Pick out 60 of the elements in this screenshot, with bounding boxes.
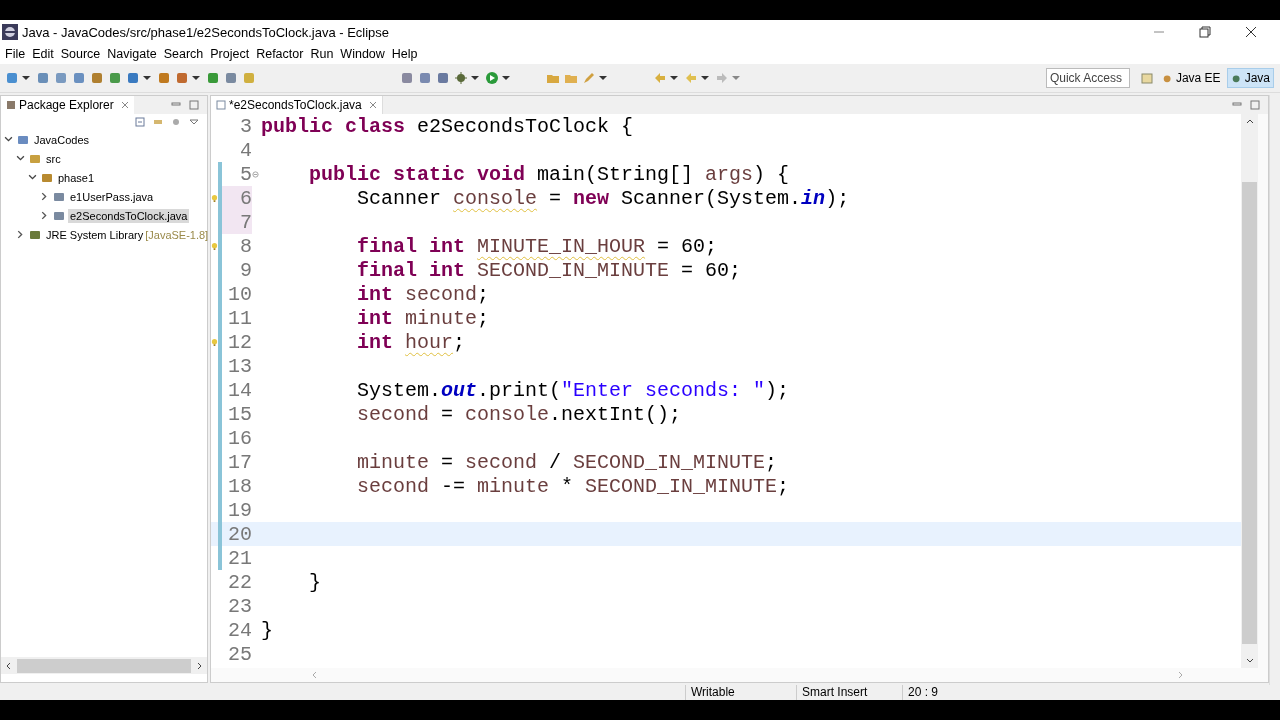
line-number: 25 (227, 642, 252, 666)
tree-item[interactable]: JavaCodes (32, 132, 92, 147)
perspective-button[interactable]: Java (1226, 68, 1274, 88)
line-number: 8 (239, 234, 252, 258)
code-line: minute = second / SECOND_IN_MINUTE; (356, 450, 778, 474)
line-number: 18 (227, 474, 252, 498)
tree-item-decoration: [JavaSE-1.8] (145, 228, 209, 241)
code-line: } (261, 618, 273, 642)
line-number: 11 (227, 306, 252, 330)
menu-item[interactable]: Project (207, 47, 254, 61)
quick-access-field[interactable]: Quick Access (1045, 68, 1130, 88)
editor-tab[interactable]: *e2SecondsToClock.java (211, 96, 383, 114)
code-line: int hour; (356, 330, 466, 354)
menu-item[interactable]: Help (388, 47, 422, 61)
code-line: System.out.print("Enter seconds: "); (356, 378, 790, 402)
menu-item[interactable]: Navigate (104, 47, 161, 61)
code-line: } (308, 570, 321, 594)
window-title: Java - JavaCodes/src/phase1/e2SecondsToClock.java - Eclipse (22, 24, 390, 40)
view-tab[interactable]: Package Explorer (1, 96, 134, 114)
menu-item[interactable]: File (2, 47, 30, 61)
menu-item[interactable]: Edit (29, 47, 58, 61)
menu-item[interactable]: Window (337, 47, 389, 61)
menu-item[interactable]: Search (160, 47, 208, 61)
tree-item[interactable]: JRE System Library (44, 227, 146, 242)
line-number: 12 (227, 330, 252, 354)
code-line: second -= minute * SECOND_IN_MINUTE; (356, 474, 790, 498)
line-number: 13 (227, 354, 252, 378)
line-number: 24 (227, 618, 252, 642)
line-number: 14 (227, 378, 252, 402)
menu-item[interactable]: Run (307, 47, 338, 61)
line-number: 10 (227, 282, 252, 306)
line-number: 9 (239, 258, 252, 282)
line-number: 17 (227, 450, 252, 474)
menu-item[interactable]: Source (57, 47, 105, 61)
line-number: 4 (239, 138, 252, 162)
line-number: 7 (222, 210, 252, 234)
code-line: int minute; (356, 306, 490, 330)
line-number: 19 (227, 498, 252, 522)
line-number: 23 (227, 594, 252, 618)
menu-item[interactable]: Refactor (253, 47, 308, 61)
tree-item[interactable]: e2SecondsToClock.java (68, 208, 190, 223)
line-number: 6 (222, 186, 252, 210)
code-line: final int SECOND_IN_MINUTE = 60; (356, 258, 742, 282)
code-line: int second; (356, 282, 490, 306)
line-number: 21 (227, 546, 252, 570)
line-number: 22 (227, 570, 252, 594)
tree-item[interactable]: phase1 (56, 170, 97, 185)
tree-item[interactable]: src (44, 151, 63, 166)
line-number: 3 (239, 114, 252, 138)
line-number: 15 (227, 402, 252, 426)
line-number: 20 (227, 522, 252, 546)
code-line: Scanner console = new Scanner(System.in); (356, 186, 850, 210)
code-line: public static void main(String[] args) { (308, 162, 790, 186)
tree-item[interactable]: e1UserPass.java (68, 189, 156, 204)
code-line: public class e2SecondsToClock { (261, 114, 634, 138)
code-line: second = console.nextInt(); (356, 402, 682, 426)
code-line: final int MINUTE_IN_HOUR = 60; (356, 234, 718, 258)
perspective-button[interactable]: Java EE (1157, 68, 1225, 88)
line-number: 5 (239, 162, 252, 186)
line-number: 16 (227, 426, 252, 450)
